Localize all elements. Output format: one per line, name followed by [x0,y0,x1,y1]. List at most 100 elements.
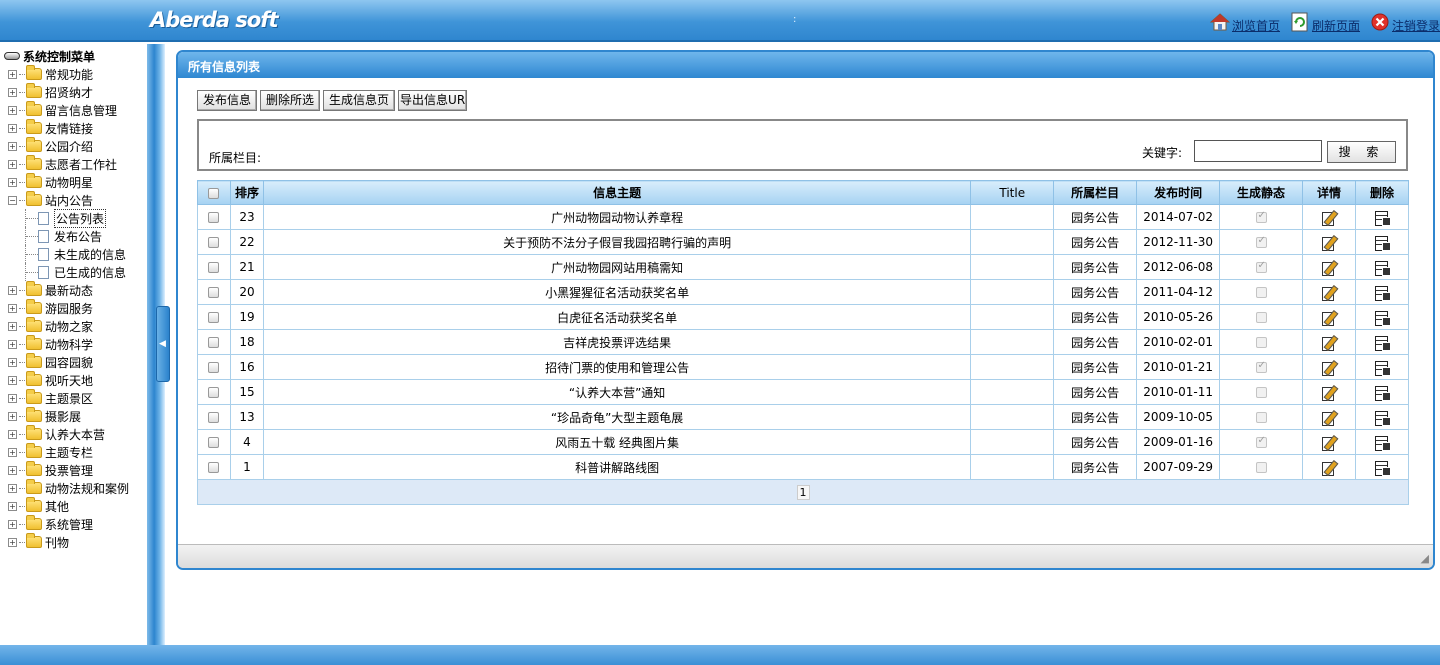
row-checkbox[interactable] [208,212,220,223]
sidebar-item[interactable]: − 站内公告 [4,191,129,209]
expand-toggle-icon[interactable]: + [8,141,17,151]
sidebar-item[interactable]: + 常规功能 [4,65,129,83]
sidebar-item[interactable]: + 动物科学 [4,335,129,353]
delete-icon[interactable] [1374,285,1391,301]
row-select-cell[interactable] [197,304,231,330]
delete-icon[interactable] [1374,235,1391,251]
collapse-toggle-icon[interactable]: − [8,195,17,205]
edit-icon[interactable] [1321,285,1337,301]
row-checkbox[interactable] [208,387,220,398]
delete-selected-button[interactable]: 删除所选 [260,90,321,111]
detail-cell[interactable] [1302,454,1356,480]
sidebar-item[interactable]: + 动物明星 [4,173,129,191]
row-select-cell[interactable] [197,229,231,255]
edit-icon[interactable] [1321,385,1337,401]
edit-icon[interactable] [1321,335,1337,351]
delete-icon[interactable] [1374,210,1391,226]
keyword-input[interactable] [1194,140,1322,162]
expand-toggle-icon[interactable]: + [8,357,17,367]
expand-toggle-icon[interactable]: + [8,483,17,493]
sidebar-item[interactable]: + 认养大本营 [4,425,129,443]
expand-toggle-icon[interactable]: + [8,321,17,331]
row-select-cell[interactable] [197,279,231,305]
row-checkbox[interactable] [208,437,220,448]
delete-cell[interactable] [1354,204,1410,230]
detail-cell[interactable] [1302,404,1356,430]
delete-icon[interactable] [1374,310,1391,326]
sidebar-item[interactable]: + 摄影展 [4,407,129,425]
expand-toggle-icon[interactable]: + [8,303,17,313]
select-all-checkbox[interactable] [208,187,220,199]
expand-toggle-icon[interactable]: + [8,411,17,421]
sidebar-item[interactable]: + 招贤纳才 [4,83,129,101]
sidebar-item[interactable]: + 系统管理 [4,515,129,533]
edit-icon[interactable] [1321,260,1337,276]
sidebar-item[interactable]: + 动物之家 [4,317,129,335]
row-select-cell[interactable] [197,404,231,430]
delete-icon[interactable] [1374,410,1391,426]
expand-toggle-icon[interactable]: + [8,537,17,547]
search-button[interactable]: 搜 索 [1327,141,1396,163]
sidebar-collapse-toggle[interactable]: ◀ [156,306,170,382]
delete-cell[interactable] [1354,254,1410,280]
expand-toggle-icon[interactable]: + [8,393,17,403]
row-select-cell[interactable] [197,254,231,280]
delete-cell[interactable] [1354,329,1410,355]
expand-toggle-icon[interactable]: + [8,465,17,475]
delete-cell[interactable] [1354,429,1410,455]
row-checkbox[interactable] [208,412,220,423]
delete-cell[interactable] [1354,229,1410,255]
row-select-cell[interactable] [197,329,231,355]
delete-cell[interactable] [1354,379,1410,405]
sidebar-subitem[interactable]: 公告列表 [4,208,129,228]
export-url-button[interactable]: 导出信息UR [398,90,468,111]
row-checkbox[interactable] [208,362,220,373]
sidebar-item[interactable]: + 视听天地 [4,371,129,389]
sidebar-item[interactable]: + 投票管理 [4,461,129,479]
expand-toggle-icon[interactable]: + [8,501,17,511]
sidebar-item[interactable]: + 其他 [4,497,129,515]
detail-cell[interactable] [1302,429,1356,455]
sidebar-item[interactable]: + 园容园貌 [4,353,129,371]
delete-cell[interactable] [1354,354,1410,380]
expand-toggle-icon[interactable]: + [8,177,17,187]
sidebar-subitem[interactable]: 未生成的信息 [4,245,129,263]
expand-toggle-icon[interactable]: + [8,375,17,385]
browse-home-label[interactable]: 浏览首页 [1232,17,1280,36]
browse-home-link[interactable]: 浏览首页 [1210,10,1280,36]
sidebar-item[interactable]: + 主题专栏 [4,443,129,461]
row-checkbox[interactable] [208,287,220,298]
sidebar-item[interactable]: + 游园服务 [4,299,129,317]
expand-toggle-icon[interactable]: + [8,159,17,169]
sidebar-item[interactable]: + 主题景区 [4,389,129,407]
expand-toggle-icon[interactable]: + [8,69,17,79]
logout-label[interactable]: 注销登录 [1392,17,1440,36]
row-checkbox[interactable] [208,462,220,473]
delete-icon[interactable] [1374,360,1391,376]
refresh-page-label[interactable]: 刷新页面 [1312,17,1360,36]
refresh-page-link[interactable]: 刷新页面 [1290,10,1360,36]
detail-cell[interactable] [1302,204,1356,230]
generate-page-button[interactable]: 生成信息页 [323,90,396,111]
edit-icon[interactable] [1321,410,1337,426]
edit-icon[interactable] [1321,235,1337,251]
sidebar-item[interactable]: + 留言信息管理 [4,101,129,119]
expand-toggle-icon[interactable]: + [8,339,17,349]
expand-toggle-icon[interactable]: + [8,285,17,295]
edit-icon[interactable] [1321,310,1337,326]
detail-cell[interactable] [1302,229,1356,255]
sidebar-subitem[interactable]: 已生成的信息 [4,263,129,281]
detail-cell[interactable] [1302,379,1356,405]
edit-icon[interactable] [1321,460,1337,476]
expand-toggle-icon[interactable]: + [8,447,17,457]
menu-root[interactable]: 系统控制菜单 [4,47,129,65]
sidebar-item[interactable]: + 志愿者工作社 [4,155,129,173]
select-all-header[interactable] [197,180,231,205]
edit-icon[interactable] [1321,360,1337,376]
row-select-cell[interactable] [197,379,231,405]
row-checkbox[interactable] [208,237,220,248]
sidebar-item[interactable]: + 最新动态 [4,281,129,299]
expand-toggle-icon[interactable]: + [8,519,17,529]
delete-cell[interactable] [1354,404,1410,430]
sidebar-subitem[interactable]: 发布公告 [4,227,129,245]
